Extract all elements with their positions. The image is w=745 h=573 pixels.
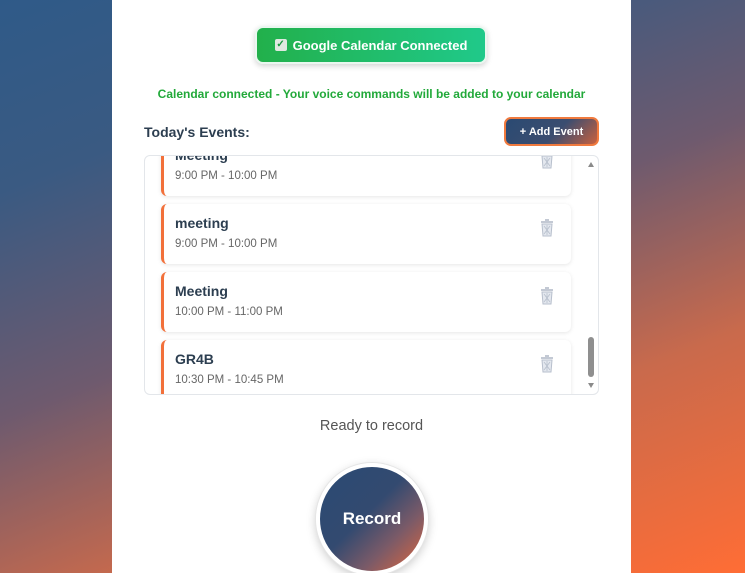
record-button[interactable]: Record (316, 463, 428, 573)
google-calendar-button-label: Google Calendar Connected (292, 37, 468, 53)
recording-status: Ready to record (319, 418, 424, 434)
event-item[interactable]: Meeting 10:00 PM - 11:00 PM (161, 272, 571, 332)
google-calendar-connected-button[interactable]: ✓ Google Calendar Connected (255, 26, 487, 64)
events-heading: Today's Events: (144, 124, 250, 140)
event-title: meeting (175, 215, 229, 231)
event-time: 10:30 PM - 10:45 PM (175, 374, 284, 386)
trash-icon[interactable] (539, 355, 555, 373)
event-time: 9:00 PM - 10:00 PM (175, 170, 278, 182)
event-time: 9:00 PM - 10:00 PM (175, 238, 278, 250)
events-list-container[interactable]: Meeting 9:00 PM - 10:00 PM meeting 9:00 … (144, 155, 599, 395)
events-scrollbar[interactable] (586, 156, 598, 394)
add-event-button[interactable]: + Add Event (504, 117, 599, 146)
trash-icon[interactable] (539, 219, 555, 237)
event-time: 10:00 PM - 11:00 PM (175, 306, 283, 318)
event-title: GR4B (175, 351, 214, 367)
event-item[interactable]: meeting 9:00 PM - 10:00 PM (161, 204, 571, 264)
event-title: Meeting (175, 283, 228, 299)
trash-icon[interactable] (539, 287, 555, 305)
main-card: ✓ Google Calendar Connected Calendar con… (112, 0, 631, 573)
event-title: Meeting (175, 155, 228, 163)
scroll-up-arrow-icon[interactable] (588, 162, 594, 167)
trash-icon[interactable] (539, 155, 555, 169)
calendar-status-message: Calendar connected - Your voice commands… (157, 87, 586, 101)
event-item[interactable]: GR4B 10:30 PM - 10:45 PM (161, 340, 571, 394)
scroll-thumb[interactable] (588, 337, 594, 377)
event-item[interactable]: Meeting 9:00 PM - 10:00 PM (161, 155, 571, 196)
scroll-down-arrow-icon[interactable] (588, 383, 594, 388)
check-icon: ✓ (274, 39, 287, 51)
